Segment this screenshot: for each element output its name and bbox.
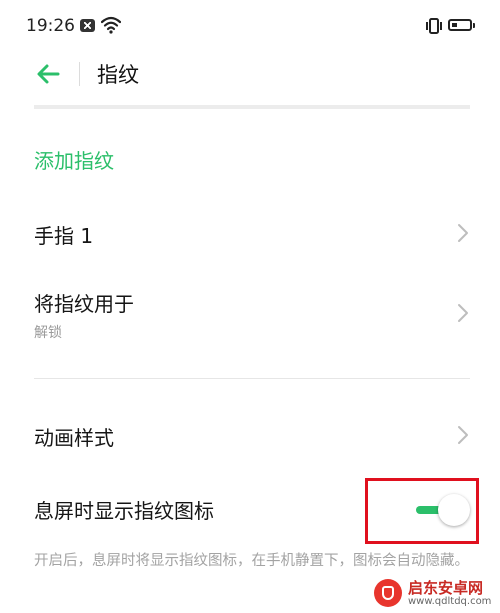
finger-1-row[interactable]: 手指 1 xyxy=(0,206,500,260)
back-arrow-icon xyxy=(37,64,60,84)
toolbar-divider xyxy=(79,62,80,86)
header-divider xyxy=(34,105,470,109)
wifi-icon xyxy=(101,16,121,34)
section-divider xyxy=(34,378,470,379)
back-button[interactable] xyxy=(34,62,62,86)
animation-style-row[interactable]: 动画样式 xyxy=(0,408,500,462)
use-fingerprint-for-label: 将指纹用于 xyxy=(34,292,134,316)
use-fingerprint-for-value: 解锁 xyxy=(34,325,62,341)
animation-style-label: 动画样式 xyxy=(34,426,114,450)
screen-off-icon-label: 息屏时显示指纹图标 xyxy=(34,499,214,523)
chevron-right-icon xyxy=(458,426,468,444)
chevron-right-icon xyxy=(458,304,468,322)
watermark-url: www.qdltdq.com xyxy=(408,596,492,607)
chevron-right-icon xyxy=(458,224,468,242)
vibrate-icon xyxy=(426,18,442,34)
watermark-name: 启东安卓网 xyxy=(408,579,484,597)
watermark-logo-icon xyxy=(374,579,402,607)
add-fingerprint-link[interactable]: 添加指纹 xyxy=(34,145,114,174)
page-title: 指纹 xyxy=(97,63,139,87)
screen-off-icon-description: 开启后，息屏时将显示指纹图标，在手机静置下，图标会自动隐藏。 xyxy=(34,553,469,569)
watermark: 启东安卓网 www.qdltdq.com xyxy=(370,575,500,613)
notification-icon xyxy=(80,19,95,32)
highlight-box xyxy=(365,478,479,544)
battery-icon xyxy=(448,19,475,31)
use-fingerprint-for-row[interactable]: 将指纹用于 解锁 xyxy=(0,278,500,350)
status-time: 19:26 xyxy=(26,16,75,36)
finger-1-label: 手指 1 xyxy=(34,224,94,248)
